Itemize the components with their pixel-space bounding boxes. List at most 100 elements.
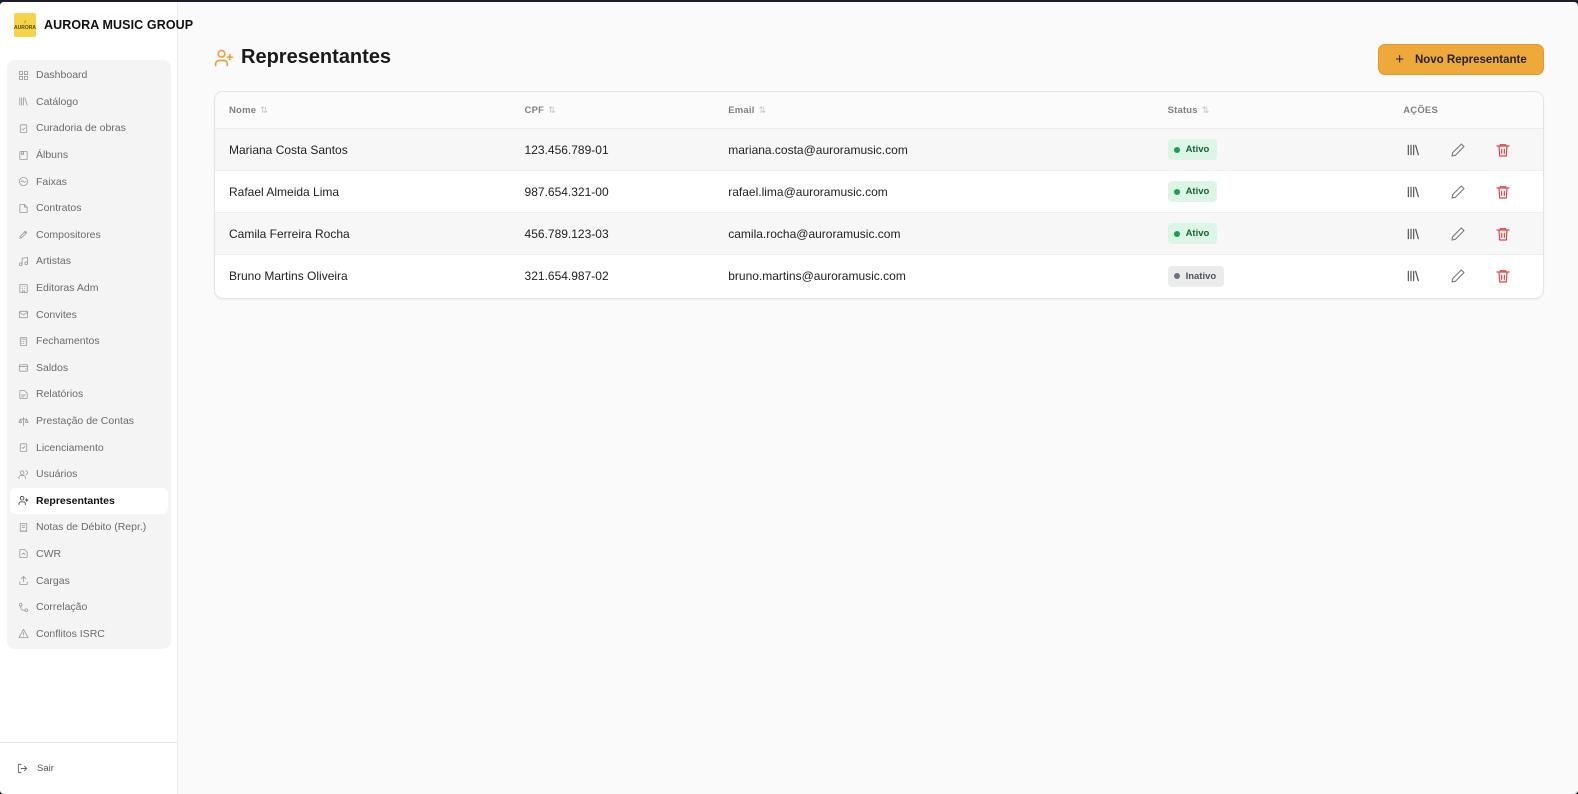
logout-label: Sair: [37, 763, 54, 774]
sidebar-item-label: Prestação de Contas: [36, 415, 135, 428]
delete-trash-icon[interactable]: [1495, 268, 1511, 284]
column-header-email[interactable]: Email ⇅: [728, 105, 1167, 116]
brand[interactable]: ♪ AURORA AURORA MUSIC GROUP: [0, 2, 193, 48]
cell-email: mariana.costa@auroramusic.com: [728, 142, 908, 157]
sidebar: ♪ AURORA AURORA MUSIC GROUP Dashboard Catá…: [0, 2, 193, 794]
sidebar-item-representantes[interactable]: Representantes: [10, 487, 168, 515]
catalog-library-icon[interactable]: [1405, 226, 1421, 242]
edit-pencil-icon[interactable]: [1450, 184, 1466, 200]
sidebar-item-conflitos-isrc[interactable]: Conflitos ISRC: [7, 620, 171, 647]
app-window: ♪ AURORA AURORA MUSIC GROUP Dashboard Catá…: [0, 2, 1578, 794]
delete-trash-icon[interactable]: [1495, 226, 1511, 242]
cell-actions: [1389, 226, 1543, 242]
cell-email: camila.rocha@auroramusic.com: [728, 226, 901, 241]
sidebar-item-label: Compositores: [36, 228, 101, 241]
sidebar-item-prestacao-de-contas[interactable]: Prestação de Contas: [7, 408, 171, 435]
column-header-actions: AÇÕES: [1403, 104, 1439, 116]
main-content: Representantes + Novo Representante Nome…: [178, 2, 1578, 794]
column-header-cpf[interactable]: CPF ⇅: [525, 105, 729, 116]
status-badge: Ativo: [1167, 223, 1218, 244]
sidebar-item-saldos[interactable]: Saldos: [7, 355, 171, 382]
table-row: Bruno Martins Oliveira 321.654.987-02 brun…: [215, 255, 1543, 297]
sidebar-item-catalogo[interactable]: Catálogo: [7, 89, 171, 116]
sidebar-item-label: Notas de Débito (Repr.): [36, 521, 147, 534]
status-badge: Inativo: [1167, 265, 1225, 287]
catalog-library-icon[interactable]: [1405, 184, 1421, 200]
building-icon: [18, 283, 29, 294]
column-header-status[interactable]: Status ⇅: [1168, 105, 1390, 116]
sidebar-item-label: Saldos: [36, 361, 69, 374]
library-icon: [18, 96, 29, 107]
sidebar-item-usuarios[interactable]: Usuários: [7, 461, 171, 488]
sidebar-item-relatorios[interactable]: Relatórios: [7, 381, 171, 408]
clipboard-check-icon: [18, 123, 29, 134]
sidebar-item-faixas[interactable]: Faixas: [7, 168, 171, 195]
cell-name: Mariana Costa Santos: [229, 142, 348, 157]
page-header: Representantes: [214, 46, 391, 69]
sort-icon: ⇅: [758, 104, 767, 115]
sidebar-item-label: Catálogo: [36, 95, 79, 108]
sidebar-item-fechamentos[interactable]: Fechamentos: [7, 328, 171, 355]
cell-status: Ativo: [1167, 181, 1390, 202]
sidebar-item-cwr[interactable]: CWR: [7, 541, 171, 568]
sidebar-item-label: Usuários: [36, 468, 78, 481]
table-body: Mariana Costa Santos 123.456.789-01 marian…: [215, 129, 1543, 297]
catalog-library-icon[interactable]: [1405, 268, 1421, 284]
sidebar-item-label: Álbuns: [36, 149, 69, 162]
sidebar-item-artistas[interactable]: Artistas: [7, 248, 171, 275]
table-row: Rafael Almeida Lima 987.654.321-00 rafael.…: [215, 171, 1543, 213]
sidebar-item-curadoria-de-obras[interactable]: Curadoria de obras: [7, 115, 171, 142]
delete-trash-icon[interactable]: [1495, 184, 1511, 200]
cell-status: Ativo: [1167, 139, 1390, 160]
table-row: Mariana Costa Santos 123.456.789-01 marian…: [215, 129, 1543, 171]
sidebar-item-contratos[interactable]: Contratos: [7, 195, 171, 222]
user-plus-icon: [214, 48, 234, 68]
sidebar-item-label: CWR: [36, 547, 62, 560]
cell-cpf: 123.456.789-01: [524, 142, 609, 157]
table-row: Camila Ferreira Rocha 456.789.123-03 camil…: [215, 213, 1543, 255]
cell-name: Bruno Martins Oliveira: [229, 269, 348, 283]
sidebar-item-label: Licenciamento: [36, 441, 104, 454]
sidebar-nav: Dashboard Catálogo Curadoria de obras Álbun…: [7, 60, 171, 650]
edit-pencil-icon[interactable]: [1450, 226, 1466, 242]
status-dot: [1173, 273, 1180, 279]
sidebar-item-label: Artistas: [36, 255, 72, 268]
sidebar-item-label: Representantes: [36, 494, 115, 507]
sidebar-item-label: Cargas: [36, 574, 70, 587]
cell-email: rafael.lima@auroramusic.com: [728, 184, 888, 199]
receipt-icon: [18, 522, 29, 533]
status-badge: Ativo: [1167, 139, 1218, 160]
sidebar-item-notas-de-debito-repr[interactable]: Notas de Débito (Repr.): [7, 514, 171, 541]
column-header-name[interactable]: Nome ⇅: [215, 105, 525, 116]
sidebar-item-licenciamento[interactable]: Licenciamento: [7, 434, 171, 461]
sidebar-item-dashboard[interactable]: Dashboard: [7, 62, 171, 89]
cell-cpf: 987.654.321-00: [524, 184, 609, 199]
cell-name: Rafael Almeida Lima: [229, 184, 340, 199]
sidebar-item-editoras-adm[interactable]: Editoras Adm: [7, 275, 171, 302]
sidebar-item-albuns[interactable]: Álbuns: [7, 142, 171, 169]
sidebar-item-label: Contratos: [36, 202, 82, 215]
delete-trash-icon[interactable]: [1495, 142, 1511, 158]
sidebar-item-cargas[interactable]: Cargas: [7, 567, 171, 594]
sidebar-item-convites[interactable]: Convites: [7, 301, 171, 328]
sidebar-item-label: Convites: [36, 308, 77, 321]
sidebar-item-label: Faixas: [36, 175, 67, 188]
new-representative-button[interactable]: + Novo Representante: [1378, 44, 1544, 75]
status-badge: Ativo: [1167, 181, 1218, 202]
upload-icon: [18, 575, 29, 586]
wallet-icon: [18, 362, 29, 373]
calculator-icon: [18, 336, 29, 347]
sidebar-item-correlacao[interactable]: Correlação: [7, 594, 171, 621]
catalog-library-icon[interactable]: [1405, 142, 1421, 158]
cell-name: Camila Ferreira Rocha: [229, 226, 350, 241]
edit-pencil-icon[interactable]: [1450, 268, 1466, 284]
new-representative-label: Novo Representante: [1414, 53, 1527, 66]
edit-pencil-icon[interactable]: [1450, 142, 1466, 158]
sidebar-item-compositores[interactable]: Compositores: [7, 222, 171, 249]
sidebar-item-label: Fechamentos: [36, 335, 100, 348]
page-title: Representantes: [241, 46, 392, 68]
status-dot: [1173, 230, 1180, 237]
users-icon: [18, 469, 29, 480]
album-icon: [18, 150, 29, 161]
logout-button[interactable]: Sair: [0, 742, 177, 794]
